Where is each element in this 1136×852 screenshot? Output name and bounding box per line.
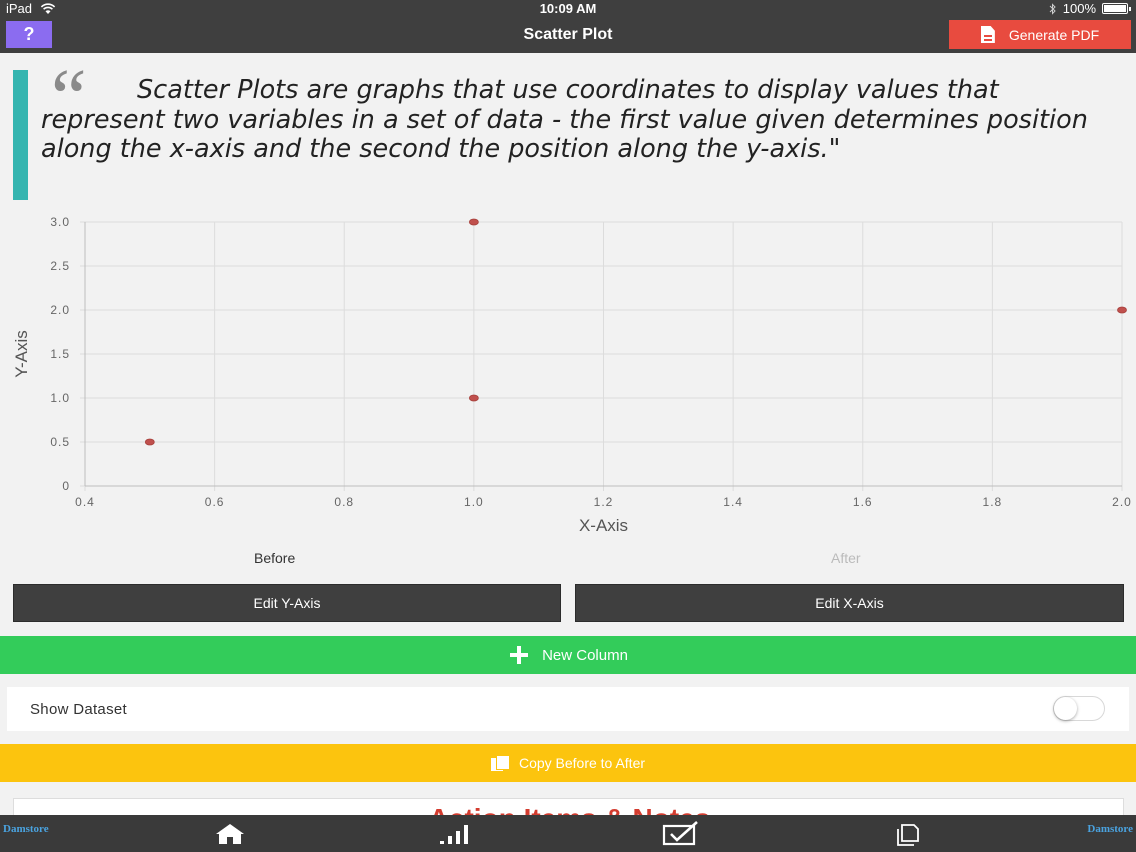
checkbox-icon: [662, 821, 698, 846]
edit-x-axis-button[interactable]: Edit X-Axis: [575, 584, 1124, 622]
edit-y-axis-button[interactable]: Edit Y-Axis: [13, 584, 561, 622]
x-tick-label: 0.8: [334, 495, 354, 509]
clock: 10:09 AM: [539, 1, 597, 16]
scatter-chart-svg: 0.4 0.6 0.8 1.0 1.2 1.4 1.6 1.8 2.0 0 0.5 1.0 1.5 2.0…: [12, 215, 1132, 535]
new-column-button[interactable]: New Column: [0, 636, 1136, 674]
y-axis-label: Y-Axis: [12, 330, 31, 378]
x-tick-label: 1.2: [594, 495, 614, 509]
scatter-chart: 0.4 0.6 0.8 1.0 1.2 1.4 1.6 1.8 2.0 0 0.5 1.0 1.5 2.0…: [0, 210, 1136, 540]
x-tick-label: 1.4: [723, 495, 743, 509]
tab-chart[interactable]: [436, 821, 476, 847]
battery-icon: [1102, 3, 1131, 14]
tab-tasks[interactable]: [660, 821, 700, 847]
new-column-label: New Column: [542, 646, 628, 664]
legend-before[interactable]: Before: [254, 550, 295, 566]
tab-bar: Damstore Damstore: [0, 815, 1136, 852]
copy-label: Copy Before to After: [518, 755, 646, 771]
x-tick-label: 1.8: [983, 495, 1003, 509]
show-dataset-row: Show Dataset: [7, 687, 1129, 731]
brand-logo-right: Damstore: [1087, 823, 1133, 835]
toggle-knob: [1054, 697, 1077, 720]
legend-after[interactable]: After: [831, 550, 861, 566]
quote-accent-bar: [13, 70, 28, 200]
y-tick-label: 3.0: [50, 215, 70, 229]
x-tick-label: 0.6: [205, 495, 225, 509]
y-tick-label: 0: [62, 479, 70, 493]
generate-pdf-label: Generate PDF: [1008, 26, 1100, 43]
document-icon: [980, 26, 995, 43]
bar-chart-icon: [440, 825, 468, 844]
scatter-point: [468, 218, 479, 226]
x-tick-label: 1.0: [464, 495, 484, 509]
x-axis-label: X-Axis: [579, 516, 628, 535]
brand-logo-left: Damstore: [3, 823, 49, 835]
y-tick-label: 0.5: [50, 435, 70, 449]
tab-home[interactable]: [210, 821, 250, 847]
x-tick-label: 2.0: [1112, 495, 1132, 509]
plus-icon: [508, 644, 530, 666]
generate-pdf-button[interactable]: Generate PDF: [949, 20, 1131, 49]
scatter-point: [1117, 306, 1127, 314]
y-tick-label: 2.0: [50, 303, 70, 317]
definition-quote: “ Scatter Plots are graphs that use coor…: [13, 58, 1123, 200]
scatter-point: [144, 438, 155, 446]
tab-pages[interactable]: [888, 821, 928, 847]
status-bar: iPad 10:09 AM 100%: [0, 0, 1136, 16]
y-tick-label: 1.0: [50, 391, 70, 405]
copy-before-to-after-button[interactable]: Copy Before to After: [0, 744, 1136, 782]
home-icon: [216, 824, 244, 844]
battery-percent: 100%: [1062, 1, 1096, 16]
x-tick-label: 0.4: [75, 495, 95, 509]
x-tick-label: 1.6: [853, 495, 873, 509]
y-tick-label: 1.5: [50, 347, 70, 361]
nav-bar: ? Scatter Plot Generate PDF: [0, 16, 1136, 53]
show-dataset-label: Show Dataset: [30, 701, 127, 718]
show-dataset-toggle[interactable]: [1053, 696, 1105, 721]
legend: Before After: [0, 550, 1136, 568]
bluetooth-icon: [1049, 2, 1056, 15]
pages-icon: [897, 824, 919, 846]
copy-icon: [490, 755, 510, 771]
quote-text: Scatter Plots are graphs that use coordi…: [41, 75, 1088, 164]
y-tick-label: 2.5: [50, 259, 70, 273]
scatter-point: [468, 394, 479, 402]
